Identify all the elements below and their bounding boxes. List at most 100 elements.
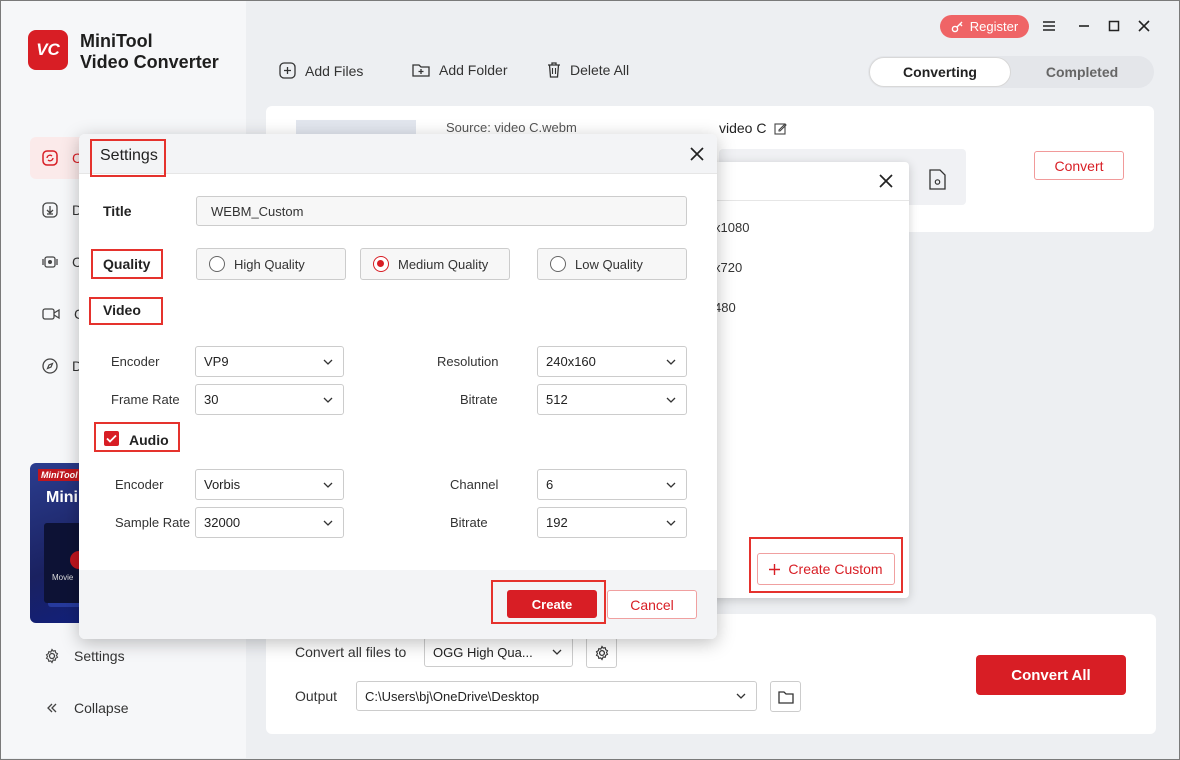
- sample-rate-select[interactable]: 32000: [195, 507, 344, 538]
- video-encoder-select[interactable]: VP9: [195, 346, 344, 377]
- title-label: Title: [103, 203, 132, 219]
- quality-label: Quality: [103, 256, 151, 272]
- source-filename: Source: video C.webm: [446, 120, 577, 135]
- channel-label: Channel: [450, 477, 499, 492]
- resolution-select[interactable]: 240x160: [537, 346, 687, 377]
- sidebar-collapse-label: Collapse: [74, 700, 129, 716]
- chevron-down-icon: [552, 649, 562, 655]
- close-dialog-icon[interactable]: [690, 147, 704, 161]
- app-title: MiniTool Video Converter: [80, 31, 219, 73]
- promo-tag: MiniTool: [38, 469, 81, 481]
- convert-all-format-value: OGG High Qua...: [433, 644, 533, 660]
- target-name-label: video C: [719, 120, 767, 136]
- status-tabs: Converting Completed: [868, 56, 1154, 88]
- frame-rate-label: Frame Rate: [111, 392, 180, 407]
- gear-icon: [594, 644, 610, 661]
- close-window-icon[interactable]: [1136, 17, 1152, 35]
- chevron-down-icon: [666, 520, 676, 526]
- cancel-button[interactable]: Cancel: [607, 590, 697, 619]
- audio-bitrate-label: Bitrate: [450, 515, 488, 530]
- radio-medium-quality[interactable]: [373, 256, 389, 272]
- double-chevron-left-icon: [44, 700, 60, 716]
- quality-option-label: Low Quality: [575, 256, 643, 272]
- convert-all-format-select[interactable]: OGG High Qua...: [424, 637, 573, 667]
- radio-high-quality[interactable]: [209, 256, 225, 272]
- audio-checkbox[interactable]: [104, 431, 119, 446]
- create-button[interactable]: Create: [507, 590, 597, 618]
- settings-dialog-header: [79, 134, 717, 174]
- video-encoder-label: Encoder: [111, 354, 160, 369]
- format-popup-divider: [700, 200, 909, 201]
- resolution-label: Resolution: [437, 354, 499, 369]
- minimize-icon[interactable]: [1076, 17, 1092, 35]
- quality-option-medium[interactable]: Medium Quality: [360, 248, 510, 280]
- convert-button[interactable]: Convert: [1034, 151, 1124, 180]
- trash-icon: [547, 62, 561, 78]
- edit-icon[interactable]: [774, 122, 788, 135]
- chevron-down-icon: [736, 693, 746, 699]
- delete-all-button[interactable]: Delete All: [547, 62, 629, 78]
- sidebar-collapse[interactable]: Collapse: [44, 700, 128, 716]
- resolution-value: 240x160: [546, 354, 596, 369]
- video-section-label: Video: [103, 302, 141, 318]
- frame-rate-select[interactable]: 30: [195, 384, 344, 415]
- chevron-down-icon: [666, 359, 676, 365]
- audio-encoder-select[interactable]: Vorbis: [195, 469, 344, 500]
- tab-completed[interactable]: Completed: [1011, 57, 1153, 87]
- app-title-line1: MiniTool: [80, 31, 153, 51]
- gear-icon: [44, 648, 60, 664]
- plus-icon: [769, 563, 781, 575]
- video-bitrate-select[interactable]: 512: [537, 384, 687, 415]
- promo-title: Mini: [46, 489, 78, 506]
- create-custom-label: Create Custom: [788, 561, 883, 577]
- video-camera-icon: [42, 306, 60, 322]
- add-folder-label: Add Folder: [439, 62, 508, 78]
- channel-select[interactable]: 6: [537, 469, 687, 500]
- radio-low-quality[interactable]: [550, 256, 566, 272]
- chevron-down-icon: [323, 397, 333, 403]
- download-icon: [42, 202, 58, 218]
- sidebar-settings-label: Settings: [74, 648, 125, 664]
- quality-option-low[interactable]: Low Quality: [537, 248, 687, 280]
- output-label: Output: [295, 688, 338, 704]
- quality-option-high[interactable]: High Quality: [196, 248, 346, 280]
- format-item[interactable]: 480: [714, 300, 736, 315]
- tab-converting[interactable]: Converting: [869, 57, 1011, 87]
- folder-icon: [777, 690, 794, 704]
- add-files-button[interactable]: Add Files: [279, 62, 363, 79]
- format-item[interactable]: x720: [714, 260, 742, 275]
- sample-rate-label: Sample Rate: [115, 515, 191, 530]
- channel-value: 6: [546, 477, 554, 492]
- target-filename: video C: [719, 120, 788, 136]
- sidebar-settings[interactable]: Settings: [44, 648, 125, 664]
- format-item[interactable]: x1080: [714, 220, 749, 235]
- browse-folder-button[interactable]: [770, 681, 801, 712]
- convert-all-files-label: Convert all files to: [295, 644, 407, 660]
- add-folder-button[interactable]: Add Folder: [412, 62, 507, 78]
- add-file-icon: [279, 62, 296, 79]
- video-encoder-value: VP9: [204, 354, 229, 369]
- format-settings-button[interactable]: [586, 637, 617, 668]
- video-bitrate-label: Bitrate: [460, 392, 498, 407]
- chevron-down-icon: [666, 397, 676, 403]
- create-custom-button[interactable]: Create Custom: [757, 553, 895, 585]
- chevron-down-icon: [323, 520, 333, 526]
- output-path-select[interactable]: C:\Users\bj\OneDrive\Desktop: [356, 681, 757, 711]
- audio-bitrate-select[interactable]: 192: [537, 507, 687, 538]
- maximize-icon[interactable]: [1106, 17, 1122, 35]
- audio-bitrate-value: 192: [546, 515, 568, 530]
- file-settings-icon[interactable]: [928, 169, 947, 190]
- audio-section-label: Audio: [129, 432, 169, 448]
- close-format-popup-icon[interactable]: [879, 174, 893, 188]
- add-folder-icon: [412, 62, 430, 78]
- register-button[interactable]: Register: [940, 15, 1029, 38]
- chevron-down-icon: [666, 482, 676, 488]
- app-logo: VC: [28, 30, 68, 70]
- delete-all-label: Delete All: [570, 62, 630, 78]
- promo-box-text: Movie: [52, 573, 74, 582]
- settings-dialog-title: Settings: [100, 147, 158, 164]
- title-input[interactable]: WEBM_Custom: [196, 196, 687, 226]
- menu-icon[interactable]: [1041, 17, 1057, 35]
- audio-encoder-label: Encoder: [115, 477, 164, 492]
- convert-all-button[interactable]: Convert All: [976, 655, 1126, 695]
